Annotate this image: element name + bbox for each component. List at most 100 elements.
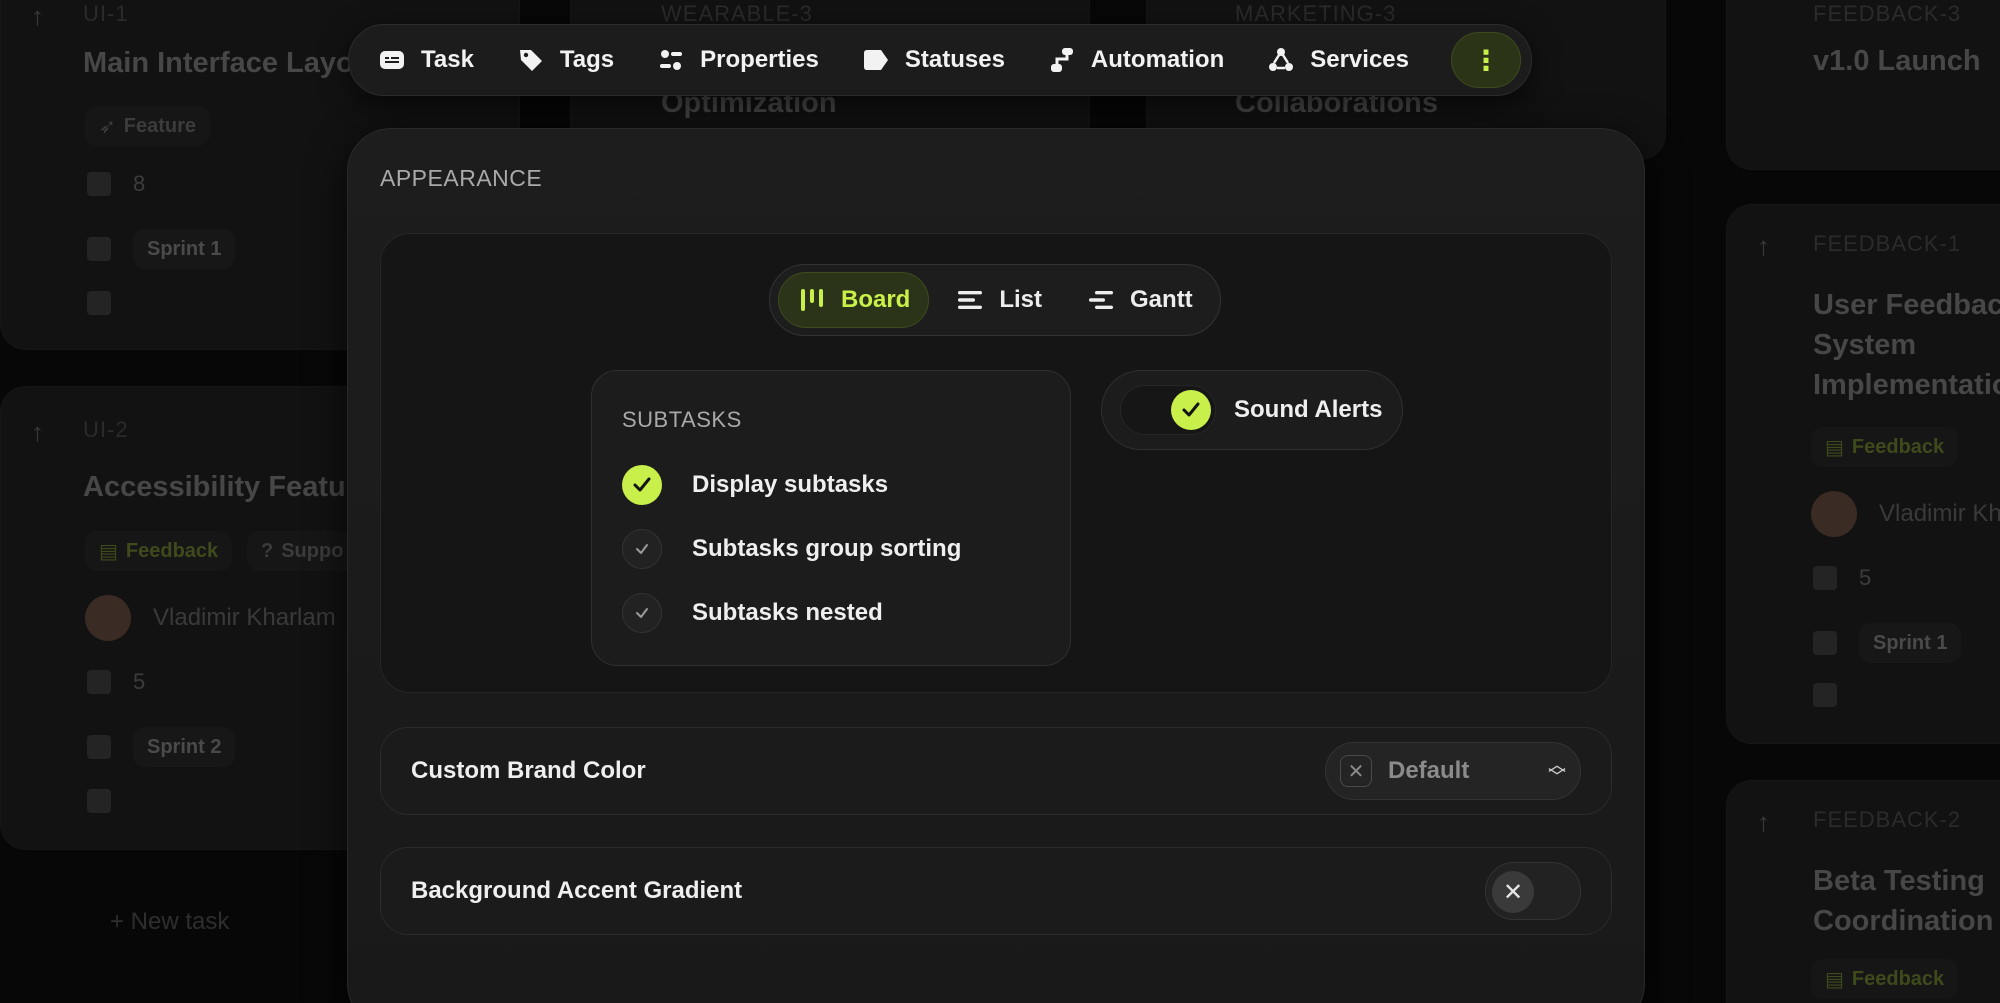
priority-up-icon: ↑: [1757, 807, 1770, 837]
avatar: [85, 595, 131, 641]
setting-label: Custom Brand Color: [411, 757, 646, 784]
nav-label: Statuses: [904, 46, 1005, 73]
sound-alerts-toggle[interactable]: Sound Alerts: [1101, 370, 1403, 450]
tag-label: Suppo: [281, 539, 344, 562]
tag-chip: ▤ Feedback: [1811, 959, 1959, 999]
task-title: Coordination: [1813, 905, 1994, 937]
sprint-chip: Sprint 1: [133, 229, 236, 269]
chevron-up-down-icon: ︿ ﹀: [1548, 755, 1566, 787]
tag-chip: ▤ Feedback: [1811, 427, 1959, 467]
view-list[interactable]: List: [937, 272, 1060, 328]
gantt-icon: [1089, 291, 1114, 309]
nav-automation[interactable]: Automation: [1047, 45, 1224, 75]
accent-gradient-toggle[interactable]: ✕: [1485, 862, 1581, 920]
view-switcher: Board List Gantt: [769, 264, 1221, 336]
appearance-modal: APPEARANCE Board List Gantt SUBTASKS Dis…: [347, 128, 1645, 1003]
view-label: Gantt: [1130, 286, 1193, 313]
checkbox-unchecked[interactable]: [622, 529, 662, 569]
board-icon: [801, 289, 823, 311]
assignee-name: Vladimir Kharlam: [153, 604, 336, 631]
more-options-button[interactable]: ⋮: [1451, 32, 1521, 88]
task-title: Accessibility Featur: [83, 471, 357, 503]
rocket-icon: ➶: [99, 115, 116, 138]
properties-icon: [660, 50, 683, 70]
task-card[interactable]: ↑ FEEDBACK-1 User Feedbac System Impleme…: [1726, 204, 2000, 744]
list-icon: [958, 291, 983, 309]
notes-meta: [87, 291, 111, 315]
tag-icon: [519, 50, 542, 71]
tag-label: Feedback: [1851, 435, 1945, 458]
estimate-value: 8: [133, 171, 146, 196]
estimate-icon: [87, 172, 111, 196]
nav-tags[interactable]: Tags: [516, 45, 614, 75]
task-title: v1.0 Launch: [1813, 45, 1981, 77]
estimate-meta: 5: [87, 669, 145, 695]
nav-services[interactable]: Services: [1266, 45, 1409, 75]
task-title: User Feedbac: [1813, 289, 2000, 321]
nav-statuses[interactable]: Statuses: [861, 45, 1005, 75]
nav-label: Task: [421, 46, 474, 73]
nav-properties[interactable]: Properties: [656, 45, 819, 75]
check-icon: [636, 608, 648, 618]
option-label: Display subtasks: [692, 471, 889, 498]
nav-task[interactable]: Task: [377, 45, 474, 75]
subtask-option-nested[interactable]: Subtasks nested: [622, 593, 883, 633]
subtask-option-sorting[interactable]: Subtasks group sorting: [622, 529, 961, 569]
sprint-chip: Sprint 2: [133, 727, 236, 767]
nav-label: Automation: [1090, 46, 1225, 73]
task-icon: [380, 51, 404, 69]
appearance-panel: Board List Gantt SUBTASKS Display subtas…: [380, 233, 1612, 693]
task-card[interactable]: FEEDBACK-3 v1.0 Launch: [1726, 0, 2000, 170]
estimate-value: 5: [133, 669, 146, 694]
nav-label: Tags: [559, 46, 615, 73]
check-icon: [1182, 402, 1200, 417]
tag-chip: ▤ Feedback: [85, 531, 233, 571]
more-vertical-icon: ⋮: [1472, 44, 1500, 76]
check-icon: [636, 544, 648, 554]
task-title: System: [1813, 329, 1917, 361]
task-key: UI-1: [83, 1, 129, 26]
estimate-icon: [87, 670, 111, 694]
task-key: FEEDBACK-1: [1813, 231, 1962, 256]
sprint-chip: Sprint 1: [1859, 623, 1962, 663]
assignee-meta: Vladimir Kharlam: [85, 595, 336, 641]
tag-label: Feature: [123, 114, 197, 137]
check-icon: [633, 477, 651, 492]
avatar: [1811, 491, 1857, 537]
close-icon: ✕: [1492, 871, 1534, 913]
notes-icon: [1813, 683, 1837, 707]
view-gantt[interactable]: Gantt: [1068, 272, 1211, 328]
notes-meta: [1813, 683, 1837, 707]
sprint-meta: Sprint 1: [1813, 623, 1962, 663]
sprint-meta: Sprint 1: [87, 229, 236, 269]
task-card[interactable]: ↑ FEEDBACK-2 Beta Testing Coordination ▤…: [1726, 780, 2000, 1003]
option-label: Subtasks group sorting: [692, 535, 962, 562]
estimate-meta: 5: [1813, 565, 1871, 591]
assignee-meta: Vladimir Kh: [1811, 491, 2000, 537]
feedback-icon: ▤: [1825, 436, 1844, 459]
section-title: APPEARANCE: [380, 165, 543, 191]
toggle-switch[interactable]: [1120, 385, 1216, 435]
flag-icon: [1813, 631, 1837, 655]
subtask-option-display[interactable]: Display subtasks: [622, 465, 888, 505]
services-icon: [1269, 48, 1294, 71]
toggle-label: Sound Alerts: [1234, 396, 1383, 423]
notes-meta: [87, 789, 111, 813]
tag-chip: ? Suppo: [247, 531, 358, 571]
brand-color-select[interactable]: ✕ Default ︿ ﹀: [1325, 742, 1581, 800]
clear-icon[interactable]: ✕: [1340, 755, 1372, 787]
view-label: Board: [841, 286, 911, 313]
estimate-icon: [1813, 566, 1837, 590]
notes-icon: [87, 789, 111, 813]
sprint-meta: Sprint 2: [87, 727, 236, 767]
select-value: Default: [1388, 757, 1470, 784]
tag-label: Feedback: [1851, 967, 1945, 990]
checkbox-checked[interactable]: [622, 465, 662, 505]
checkbox-unchecked[interactable]: [622, 593, 662, 633]
task-key: UI-2: [83, 417, 129, 442]
notes-icon: [87, 291, 111, 315]
new-task-button[interactable]: + New task: [110, 908, 229, 936]
status-icon: [863, 50, 888, 70]
setting-label: Background Accent Gradient: [411, 877, 743, 904]
view-board[interactable]: Board: [778, 272, 930, 328]
